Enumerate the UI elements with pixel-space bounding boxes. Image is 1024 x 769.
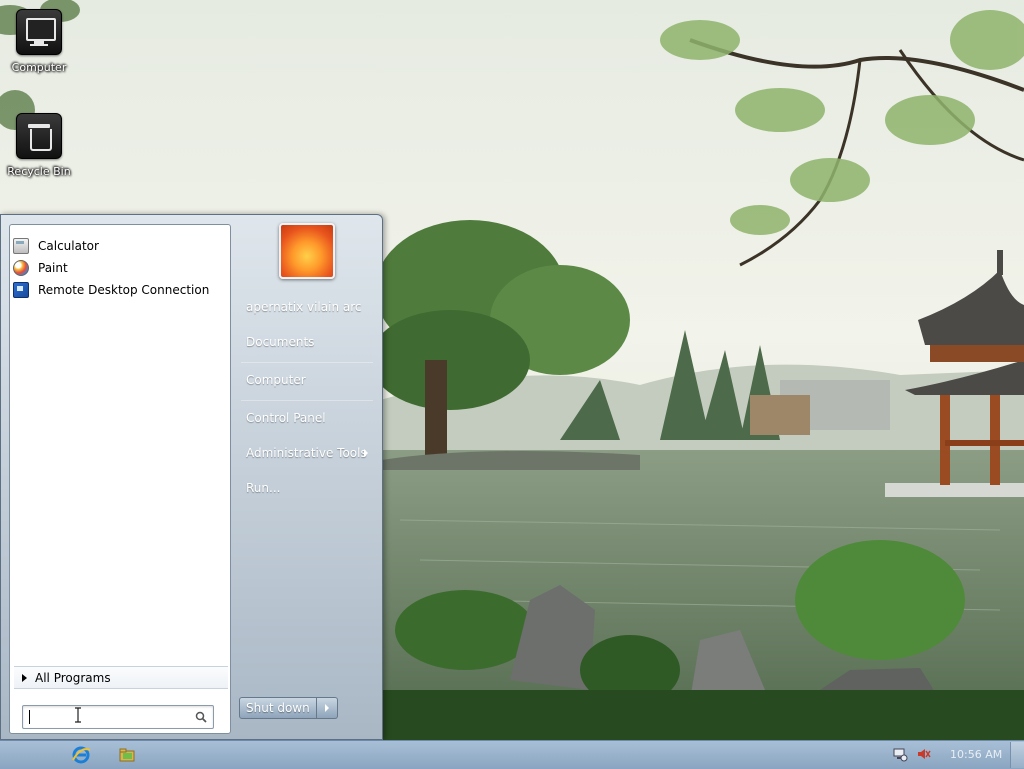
shutdown-controls: Shut down (239, 697, 338, 719)
desktop-icon-recycle-bin[interactable]: Recycle Bin (1, 113, 77, 178)
all-programs-label: All Programs (35, 670, 111, 685)
folder-icon[interactable] (116, 744, 138, 766)
submenu-arrow-icon (364, 449, 368, 457)
right-item-control-panel[interactable]: Control Panel (238, 406, 376, 430)
paint-icon (13, 260, 29, 276)
start-menu-program-list: Calculator Paint Remote Desktop Connecti… (9, 224, 231, 734)
right-item-label: Run... (246, 481, 281, 495)
right-item-label: Administrative Tools (246, 446, 367, 460)
program-item-paint[interactable]: Paint (13, 258, 225, 278)
user-avatar[interactable] (279, 223, 335, 279)
right-item-documents[interactable]: Documents (238, 330, 376, 354)
program-item-remote-desktop[interactable]: Remote Desktop Connection (13, 280, 225, 300)
program-label: Paint (38, 261, 68, 275)
computer-icon (16, 9, 62, 55)
program-label: Calculator (38, 239, 99, 253)
search-box[interactable] (22, 705, 214, 729)
program-item-calculator[interactable]: Calculator (13, 236, 225, 256)
start-menu: Calculator Paint Remote Desktop Connecti… (0, 214, 383, 740)
recycle-bin-icon (16, 113, 62, 159)
desktop-icon-label: Computer (11, 61, 67, 74)
divider (241, 362, 373, 363)
taskbar: 10:56 AM (0, 740, 1024, 769)
text-caret (29, 710, 30, 724)
divider (241, 400, 373, 401)
program-label: Remote Desktop Connection (38, 283, 210, 297)
search-icon[interactable] (195, 711, 207, 723)
user-name: apernatix vilain arc (246, 300, 362, 314)
search-input[interactable] (27, 708, 187, 726)
calculator-icon (13, 238, 29, 254)
right-item-administrative-tools[interactable]: Administrative Tools (238, 441, 376, 465)
text-cursor-icon (75, 707, 81, 723)
right-item-run[interactable]: Run... (238, 476, 376, 500)
volume-muted-icon[interactable] (917, 747, 931, 761)
desktop-icon-computer[interactable]: Computer (1, 9, 77, 74)
show-desktop-button[interactable] (1010, 742, 1024, 768)
shutdown-label: Shut down (246, 701, 310, 715)
right-item-computer[interactable]: Computer (238, 368, 376, 392)
start-button[interactable] (0, 741, 60, 769)
user-name-item[interactable]: apernatix vilain arc (238, 295, 376, 319)
expand-arrow-icon (22, 673, 27, 682)
right-item-label: Documents (246, 335, 315, 349)
shutdown-options-button[interactable] (316, 697, 338, 719)
taskbar-clock[interactable]: 10:56 AM (950, 748, 1002, 761)
internet-explorer-icon[interactable] (70, 744, 92, 766)
desktop-icon-label: Recycle Bin (7, 165, 71, 178)
right-item-label: Computer (246, 373, 306, 387)
shutdown-button[interactable]: Shut down (239, 697, 317, 719)
network-icon[interactable] (892, 746, 908, 762)
right-item-label: Control Panel (246, 411, 326, 425)
remote-desktop-icon (13, 282, 29, 298)
all-programs-button[interactable]: All Programs (14, 666, 228, 689)
